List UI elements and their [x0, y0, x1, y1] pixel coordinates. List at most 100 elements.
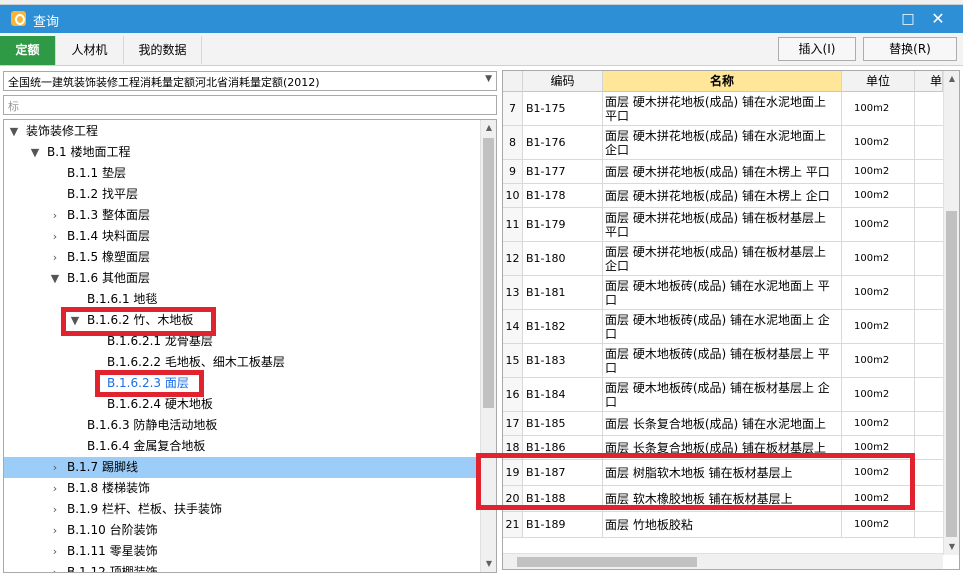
tree-item[interactable]: ▼ 装饰装修工程 [4, 121, 482, 142]
table-row[interactable]: 9 B1-177 面层 硬木拼花地板(成品) 铺在木楞上 平口 100m2 [503, 160, 943, 184]
table-row[interactable]: 15 B1-183 面层 硬木地板砖(成品) 铺在板材基层上 平口 100m2 [503, 344, 943, 378]
scrollbar-thumb[interactable] [946, 211, 957, 537]
table-horizontal-scrollbar[interactable] [503, 553, 943, 569]
header-extra[interactable]: 单 [915, 71, 943, 92]
row-number: 13 [503, 276, 523, 309]
table-row[interactable]: 11 B1-179 面层 硬木拼花地板(成品) 铺在板材基层上 平口 100m2 [503, 208, 943, 242]
expand-icon[interactable]: › [48, 457, 62, 478]
table-row[interactable]: 14 B1-182 面层 硬木地板砖(成品) 铺在水泥地面上 企口 100m2 [503, 310, 943, 344]
expand-icon[interactable]: › [48, 520, 62, 541]
tab-labor-material-machine[interactable]: 人材机 [56, 36, 124, 64]
tree-item-label: B.1.2 找平层 [67, 187, 138, 201]
row-number: 14 [503, 310, 523, 343]
expand-icon[interactable]: ▼ [7, 121, 21, 142]
chevron-down-icon[interactable]: ▼ [485, 74, 492, 84]
tree-item[interactable]: › B.1.10 台阶装饰 [4, 520, 482, 541]
highlight-box-surface-layer [95, 370, 204, 397]
tree-item[interactable]: › B.1.12 顶棚装饰 [4, 562, 482, 572]
tree-item[interactable]: ▼ B.1 楼地面工程 [4, 142, 482, 163]
expand-icon[interactable]: › [48, 226, 62, 247]
unit-cell: 100m2 [842, 92, 915, 125]
header-name[interactable]: 名称 [603, 71, 842, 92]
scroll-up-icon[interactable]: ▲ [944, 71, 959, 87]
tree-item[interactable]: ▼ B.1.6 其他面层 [4, 268, 482, 289]
expand-icon[interactable]: › [48, 205, 62, 226]
scrollbar-thumb[interactable] [517, 557, 697, 567]
row-number: 9 [503, 160, 523, 183]
tree-item-label: B.1.9 栏杆、栏板、扶手装饰 [67, 502, 222, 516]
tree-item[interactable]: B.1.1 垫层 [4, 163, 482, 184]
name-cell: 面层 硬木地板砖(成品) 铺在水泥地面上 平口 [603, 276, 842, 309]
tree-item[interactable]: › B.1.3 整体面层 [4, 205, 482, 226]
expand-icon[interactable]: ▼ [28, 142, 42, 163]
tree-item[interactable]: B.1.6.2.4 硬木地板 [4, 394, 482, 415]
tree-item[interactable]: › B.1.9 栏杆、栏板、扶手装饰 [4, 499, 482, 520]
name-cell: 面层 硬木拼花地板(成品) 铺在水泥地面上 平口 [603, 92, 842, 125]
expand-icon[interactable]: › [48, 478, 62, 499]
table-row[interactable]: 13 B1-181 面层 硬木地板砖(成品) 铺在水泥地面上 平口 100m2 [503, 276, 943, 310]
scrollbar-thumb[interactable] [483, 138, 494, 408]
tree-item[interactable]: B.1.2 找平层 [4, 184, 482, 205]
name-cell: 面层 硬木拼花地板(成品) 铺在水泥地面上 企口 [603, 126, 842, 159]
library-select[interactable]: 全国统一建筑装饰装修工程消耗量定额河北省消耗量定额(2012) ▼ [3, 71, 497, 91]
tree-item-label: 装饰装修工程 [26, 124, 99, 138]
table-row[interactable]: 16 B1-184 面层 硬木地板砖(成品) 铺在板材基层上 企口 100m2 [503, 378, 943, 412]
code-cell: B1-182 [523, 310, 603, 343]
table-row[interactable]: 10 B1-178 面层 硬木拼花地板(成品) 铺在木楞上 企口 100m2 [503, 184, 943, 208]
tree-item[interactable]: B.1.6.3 防静电活动地板 [4, 415, 482, 436]
unit-cell: 100m2 [842, 344, 915, 377]
expand-icon[interactable]: ▼ [48, 268, 62, 289]
tree-item[interactable]: › B.1.4 块料面层 [4, 226, 482, 247]
table-row[interactable]: 12 B1-180 面层 硬木拼花地板(成品) 铺在板材基层上 企口 100m2 [503, 242, 943, 276]
tab-my-data[interactable]: 我的数据 [124, 36, 202, 64]
highlight-box-resin-cork-rows [476, 453, 915, 510]
name-cell: 面层 硬木地板砖(成品) 铺在水泥地面上 企口 [603, 310, 842, 343]
highlight-box-bamboo-wood-floor [61, 307, 216, 336]
library-select-value: 全国统一建筑装饰装修工程消耗量定额河北省消耗量定额(2012) [8, 76, 320, 89]
scroll-up-icon[interactable]: ▲ [481, 120, 496, 136]
row-number: 21 [503, 512, 523, 537]
expand-icon[interactable]: › [48, 247, 62, 268]
tree-item-selected[interactable]: › B.1.7 踢脚线 [4, 457, 482, 478]
expand-icon[interactable]: › [48, 562, 62, 572]
scroll-down-icon[interactable]: ▼ [944, 539, 959, 555]
table-row[interactable]: 7 B1-175 面层 硬木拼花地板(成品) 铺在水泥地面上 平口 100m2 [503, 92, 943, 126]
tree-item[interactable]: B.1.6.2.2 毛地板、细木工板基层 [4, 352, 482, 373]
row-number: 16 [503, 378, 523, 411]
tree-item[interactable]: › B.1.5 橡塑面层 [4, 247, 482, 268]
title-bar: 查询 □ ✕ [0, 5, 963, 33]
table-vertical-scrollbar[interactable]: ▲ ▼ [943, 71, 959, 555]
unit-cell: 100m2 [842, 242, 915, 275]
table-row[interactable]: 21 B1-189 面层 竹地板胶粘 100m2 [503, 512, 943, 538]
search-input[interactable]: 标 [3, 95, 497, 115]
code-cell: B1-176 [523, 126, 603, 159]
tree-item[interactable]: B.1.6.4 金属复合地板 [4, 436, 482, 457]
expand-icon[interactable]: › [48, 499, 62, 520]
tree-item[interactable]: › B.1.11 零星装饰 [4, 541, 482, 562]
tree-item[interactable]: B.1.6.2.3 面层 [4, 373, 482, 394]
scroll-down-icon[interactable]: ▼ [481, 556, 496, 572]
replace-button[interactable]: 替换(R) [863, 37, 957, 61]
tree-item-label: B.1.6 其他面层 [67, 271, 150, 285]
tab-bar: 定额 人材机 我的数据 插入(I) 替换(R) [0, 33, 963, 66]
expand-icon[interactable]: › [48, 541, 62, 562]
code-cell: B1-184 [523, 378, 603, 411]
table-row[interactable]: 8 B1-176 面层 硬木拼花地板(成品) 铺在水泥地面上 企口 100m2 [503, 126, 943, 160]
code-cell: B1-178 [523, 184, 603, 207]
name-cell: 面层 长条复合地板(成品) 铺在水泥地面上 [603, 412, 842, 435]
table-row[interactable]: 17 B1-185 面层 长条复合地板(成品) 铺在水泥地面上 100m2 [503, 412, 943, 436]
header-unit[interactable]: 单位 [842, 71, 915, 92]
tree-item[interactable]: › B.1.8 楼梯装饰 [4, 478, 482, 499]
unit-cell: 100m2 [842, 412, 915, 435]
unit-cell: 100m2 [842, 184, 915, 207]
quota-tree: ▼ 装饰装修工程 ▼ B.1 楼地面工程 B.1.1 垫层 B.1.2 找平层 › B… [3, 119, 497, 573]
code-cell: B1-189 [523, 512, 603, 537]
close-icon[interactable]: ✕ [927, 8, 949, 30]
header-code[interactable]: 编码 [523, 71, 603, 92]
code-cell: B1-180 [523, 242, 603, 275]
tab-quota[interactable]: 定额 [0, 36, 56, 65]
name-cell: 面层 硬木地板砖(成品) 铺在板材基层上 企口 [603, 378, 842, 411]
insert-button[interactable]: 插入(I) [778, 37, 856, 61]
maximize-icon[interactable]: □ [897, 8, 919, 30]
name-cell: 面层 硬木拼花地板(成品) 铺在木楞上 平口 [603, 160, 842, 183]
